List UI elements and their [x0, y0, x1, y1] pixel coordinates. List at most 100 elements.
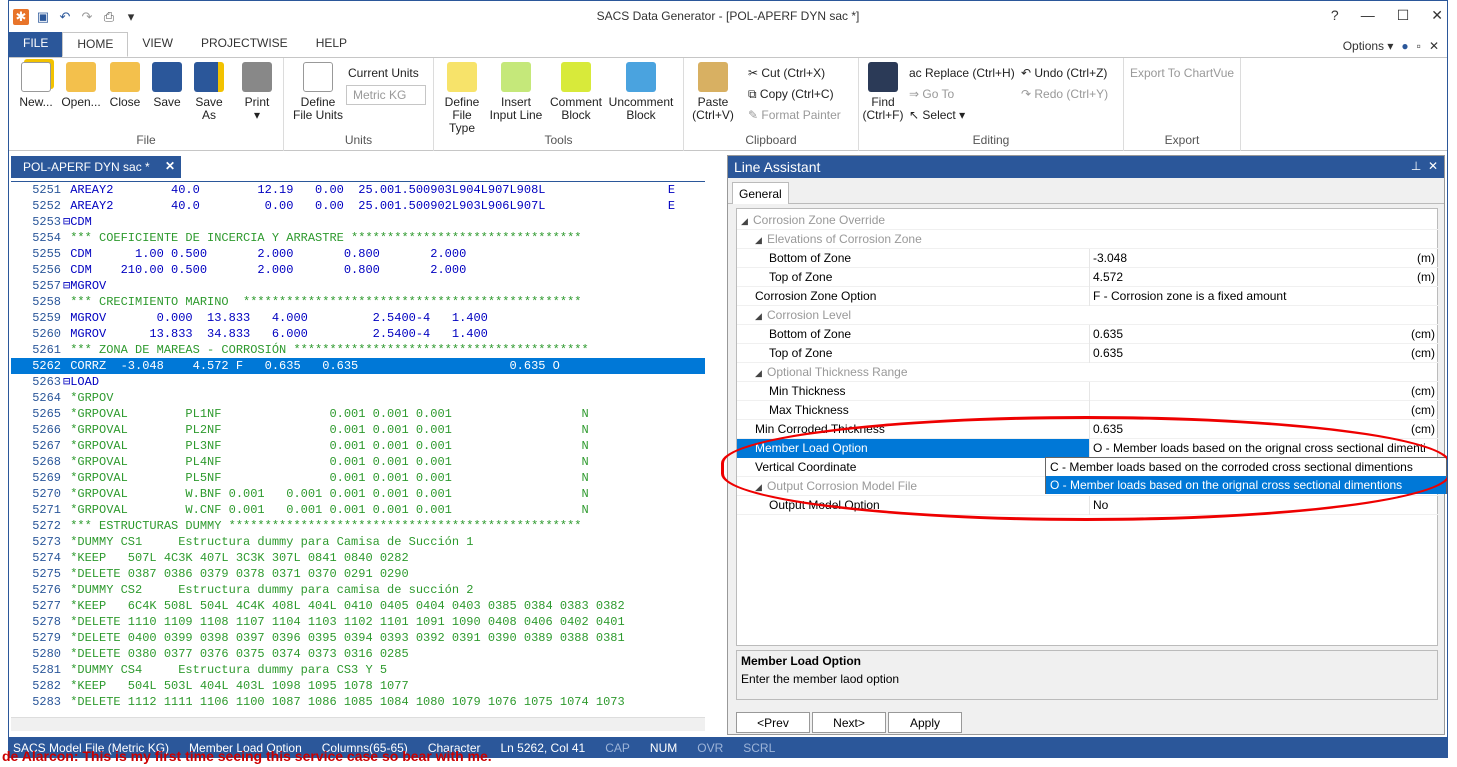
restore-icon[interactable]: ▫ [1417, 39, 1421, 53]
redo-button[interactable]: ↷ Redo (Ctrl+Y) [1021, 87, 1108, 101]
collapse-icon[interactable]: ◢ [755, 364, 767, 383]
property-value[interactable]: 0.635 [1089, 420, 1439, 439]
editor-line[interactable]: 5257 ⊟MGROV [11, 278, 705, 294]
property-value[interactable]: 0.635 [1089, 344, 1439, 363]
property-row[interactable]: ◢ Corrosion Zone Override [737, 211, 1439, 230]
paste-button[interactable]: Paste (Ctrl+V) [688, 62, 738, 122]
tab-view[interactable]: VIEW [128, 32, 187, 57]
property-row[interactable]: ◢ Elevations of Corrosion Zone [737, 230, 1439, 249]
close-button[interactable]: ✕ [1431, 7, 1443, 24]
editor-line[interactable]: 5280 *DELETE 0380 0377 0376 0375 0374 03… [11, 646, 705, 662]
dropdown-option-original[interactable]: O - Member loads based on the orignal cr… [1046, 476, 1446, 494]
apply-button[interactable]: Apply [888, 712, 962, 733]
doc-close-icon[interactable]: ✕ [1429, 39, 1439, 53]
editor-line[interactable]: 5264 *GRPOV [11, 390, 705, 406]
editor-line[interactable]: 5256 CDM 210.00 0.500 2.000 0.800 2.000 [11, 262, 705, 278]
pin-icon[interactable]: ⊥ [1411, 159, 1421, 173]
save-button[interactable]: Save [149, 62, 185, 109]
tab-projectwise[interactable]: PROJECTWISE [187, 32, 302, 57]
undo-button[interactable]: ↶ Undo (Ctrl+Z) [1021, 66, 1107, 80]
new-button[interactable]: New... [17, 62, 55, 109]
goto-button[interactable]: ⇒ Go To [909, 87, 954, 101]
editor-line[interactable]: 5265 *GRPOVAL PL1NF 0.001 0.001 0.001 N [11, 406, 705, 422]
collapse-icon[interactable]: ◢ [755, 478, 767, 497]
collapse-icon[interactable]: ◢ [755, 231, 767, 250]
editor-line[interactable]: 5258 *** CRECIMIENTO MARINO ************… [11, 294, 705, 310]
editor-line[interactable]: 5268 *GRPOVAL PL4NF 0.001 0.001 0.001 N [11, 454, 705, 470]
collapse-icon[interactable]: ◢ [741, 212, 753, 231]
editor-line[interactable]: 5252 AREAY2 40.0 0.00 0.00 25.001.500902… [11, 198, 705, 214]
replace-button[interactable]: ac Replace (Ctrl+H) [909, 66, 1015, 80]
editor-line-selected[interactable]: 5262 CORRZ -3.048 4.572 F 0.635 0.635 0.… [11, 358, 705, 374]
find-button[interactable]: Find (Ctrl+F) [861, 62, 905, 122]
property-row[interactable]: Bottom of Zone 0.635 (cm) [737, 325, 1439, 344]
editor-line[interactable]: 5281 *DUMMY CS4 Estructura dummy para CS… [11, 662, 705, 678]
help-circle-icon[interactable]: ● [1401, 39, 1408, 53]
horizontal-scrollbar[interactable] [11, 717, 705, 731]
dropdown-option-corroded[interactable]: C - Member loads based on the corroded c… [1046, 458, 1446, 476]
property-row[interactable]: ◢ Corrosion Level [737, 306, 1439, 325]
panel-close-icon[interactable]: ✕ [1428, 159, 1438, 173]
editor-line[interactable]: 5266 *GRPOVAL PL2NF 0.001 0.001 0.001 N [11, 422, 705, 438]
next-button[interactable]: Next> [812, 712, 886, 733]
property-row[interactable]: Min Corroded Thickness 0.635 (cm) [737, 420, 1439, 439]
editor-line[interactable]: 5274 *KEEP 507L 4C3K 407L 3C3K 307L 0841… [11, 550, 705, 566]
property-row[interactable]: Output Model Option No [737, 496, 1439, 515]
export-chartvue-button[interactable]: Export To ChartVue [1130, 66, 1234, 80]
editor-line[interactable]: 5283 *DELETE 1112 1111 1106 1100 1087 10… [11, 694, 705, 710]
editor-line[interactable]: 5271 *GRPOVAL W.CNF 0.001 0.001 0.001 0.… [11, 502, 705, 518]
editor-line[interactable]: 5282 *KEEP 504L 503L 404L 403L 1098 1095… [11, 678, 705, 694]
editor-line[interactable]: 5259 MGROV 0.000 13.833 4.000 2.5400-4 1… [11, 310, 705, 326]
editor-line[interactable]: 5267 *GRPOVAL PL3NF 0.001 0.001 0.001 N [11, 438, 705, 454]
editor-line[interactable]: 5276 *DUMMY CS2 Estructura dummy para ca… [11, 582, 705, 598]
open-button[interactable]: Open... [59, 62, 103, 109]
print-button[interactable]: Print ▾ [239, 62, 275, 122]
editor-line[interactable]: 5261 *** ZONA DE MAREAS - CORROSIÓN ****… [11, 342, 705, 358]
help-icon[interactable]: ? [1331, 7, 1339, 24]
property-row[interactable]: Max Thickness (cm) [737, 401, 1439, 420]
maximize-button[interactable]: ☐ [1397, 7, 1410, 24]
property-row[interactable]: Top of Zone 0.635 (cm) [737, 344, 1439, 363]
select-button[interactable]: ↖ Select ▾ [909, 108, 965, 122]
document-tab[interactable]: POL-APERF DYN sac * ✕ [11, 156, 181, 178]
property-value[interactable] [1089, 382, 1439, 401]
text-editor[interactable]: 5251 AREAY2 40.0 12.19 0.00 25.001.50090… [11, 181, 705, 715]
format-painter-button[interactable]: ✎ Format Painter [748, 108, 841, 122]
property-row[interactable]: ◢ Optional Thickness Range [737, 363, 1439, 382]
editor-line[interactable]: 5279 *DELETE 0400 0399 0398 0397 0396 03… [11, 630, 705, 646]
editor-line[interactable]: 5272 *** ESTRUCTURAS DUMMY *************… [11, 518, 705, 534]
prev-button[interactable]: <Prev [736, 712, 810, 733]
insert-input-line-button[interactable]: Insert Input Line [488, 62, 544, 122]
property-row[interactable]: Min Thickness (cm) [737, 382, 1439, 401]
define-file-units-button[interactable]: Define File Units [292, 62, 344, 122]
property-value[interactable]: No [1089, 496, 1439, 515]
editor-line[interactable]: 5269 *GRPOVAL PL5NF 0.001 0.001 0.001 N [11, 470, 705, 486]
property-value[interactable]: O - Member loads based on the orignal cr… [1089, 439, 1439, 458]
property-value[interactable]: F - Corrosion zone is a fixed amount [1089, 287, 1439, 306]
minimize-button[interactable]: — [1361, 7, 1375, 24]
options-menu[interactable]: Options ▾ [1343, 39, 1394, 53]
editor-line[interactable]: 5275 *DELETE 0387 0386 0379 0378 0371 03… [11, 566, 705, 582]
editor-line[interactable]: 5254 *** COEFICIENTE DE INCERCIA Y ARRAS… [11, 230, 705, 246]
editor-line[interactable]: 5253 ⊟CDM [11, 214, 705, 230]
close-file-button[interactable]: Close [107, 62, 143, 109]
copy-button[interactable]: ⧉ Copy (Ctrl+C) [748, 87, 834, 102]
close-tab-icon[interactable]: ✕ [165, 159, 175, 173]
property-row[interactable]: Top of Zone 4.572 (m) [737, 268, 1439, 287]
property-value[interactable] [1089, 401, 1439, 420]
editor-line[interactable]: 5251 AREAY2 40.0 12.19 0.00 25.001.50090… [11, 182, 705, 198]
editor-line[interactable]: 5263 ⊟LOAD [11, 374, 705, 390]
collapse-icon[interactable]: ◢ [755, 307, 767, 326]
property-value[interactable]: 4.572 [1089, 268, 1439, 287]
property-value[interactable]: -3.048 [1089, 249, 1439, 268]
cut-button[interactable]: ✂ Cut (Ctrl+X) [748, 66, 825, 80]
tab-help[interactable]: HELP [302, 32, 361, 57]
tab-file[interactable]: FILE [9, 32, 63, 57]
property-row[interactable]: Member Load Option O - Member loads based… [737, 439, 1439, 458]
editor-line[interactable]: 5260 MGROV 13.833 34.833 6.000 2.5400-4 … [11, 326, 705, 342]
editor-line[interactable]: 5277 *KEEP 6C4K 508L 504L 4C4K 408L 404L… [11, 598, 705, 614]
property-row[interactable]: Corrosion Zone Option F - Corrosion zone … [737, 287, 1439, 306]
property-value[interactable]: 0.635 [1089, 325, 1439, 344]
editor-line[interactable]: 5273 *DUMMY CS1 Estructura dummy para Ca… [11, 534, 705, 550]
uncomment-block-button[interactable]: Uncomment Block [606, 62, 676, 122]
